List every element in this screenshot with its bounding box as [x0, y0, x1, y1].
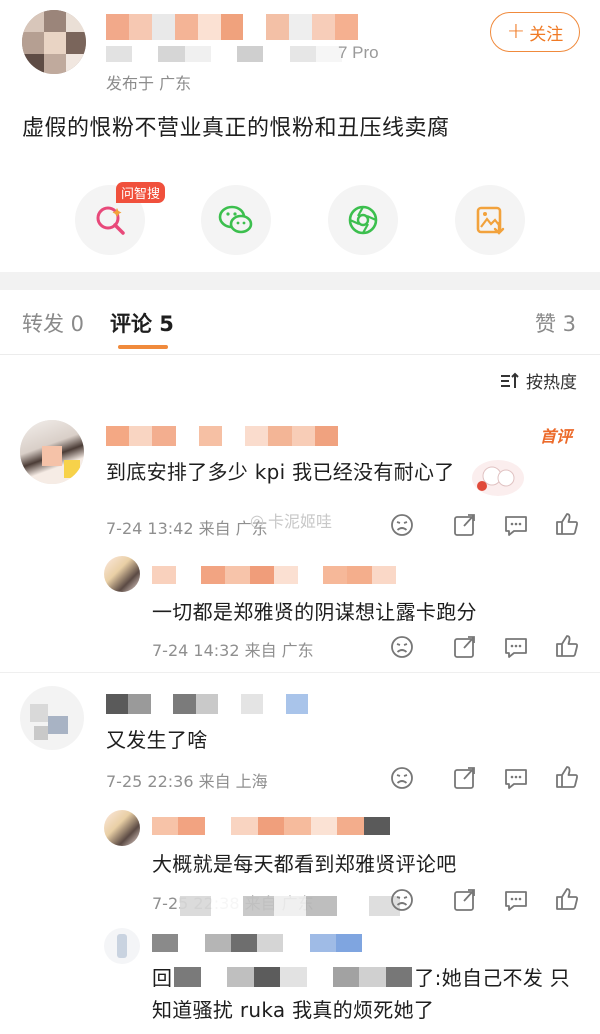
- share-icon[interactable]: [452, 887, 478, 913]
- section-separator: [0, 272, 600, 290]
- watermark: ◎ 卡泥姬哇: [250, 508, 332, 532]
- comment-meta: 7-24 13:42 来自 广东: [106, 519, 268, 538]
- like-icon[interactable]: [554, 511, 580, 537]
- dislike-face-icon[interactable]: [389, 887, 415, 913]
- tab-active-indicator: [118, 345, 168, 349]
- post-device-blurred: [106, 46, 342, 62]
- dislike-face-icon[interactable]: [389, 634, 415, 660]
- mentioned-user-blurred[interactable]: [174, 966, 413, 987]
- reply-meta: 7-24 14:32 来自 广东: [152, 641, 314, 660]
- reply-author-name-blurred[interactable]: [152, 566, 396, 584]
- reply-icon[interactable]: [503, 765, 529, 791]
- reply-icon[interactable]: [503, 512, 529, 538]
- hot-comment-badge: 首评: [540, 427, 573, 446]
- comment-meta: 7-25 22:36 来自 上海: [106, 772, 268, 791]
- moments-icon[interactable]: [328, 185, 398, 255]
- dislike-face-icon[interactable]: [389, 512, 415, 538]
- post-author-avatar[interactable]: [22, 10, 86, 74]
- overlapping-blur: [180, 896, 400, 916]
- weibo-watermark-icon: ◎: [250, 510, 264, 530]
- reply-icon[interactable]: [503, 887, 529, 913]
- save-image-icon[interactable]: [455, 185, 525, 255]
- wechat-icon[interactable]: [201, 185, 271, 255]
- share-icon[interactable]: [452, 634, 478, 660]
- reply-icon[interactable]: [503, 634, 529, 660]
- tab-reposts[interactable]: 转发 0: [22, 308, 84, 338]
- comment-avatar[interactable]: [20, 420, 84, 484]
- watermark-text: 卡泥姬哇: [267, 512, 332, 531]
- sticker-icon: [472, 460, 524, 496]
- post-text: 虚假的恨粉不营业真正的恨粉和丑压线卖腐: [22, 116, 450, 141]
- post-location: 发布于 广东: [106, 74, 192, 93]
- tab-comments[interactable]: 评论 5: [110, 308, 174, 338]
- reply-author-name-blurred[interactable]: [152, 934, 362, 952]
- ask-search-badge: 问智搜: [116, 182, 166, 203]
- reply-text: 大概就是每天都看到郑雅贤评论吧: [152, 852, 457, 876]
- tabs-divider: [0, 354, 600, 355]
- reply-avatar[interactable]: [104, 928, 140, 964]
- reply-avatar[interactable]: [104, 556, 140, 592]
- reply-prefix: 回: [152, 966, 173, 990]
- comment-divider: [0, 672, 600, 673]
- comment-avatar[interactable]: [20, 686, 84, 750]
- tab-likes[interactable]: 赞 3: [535, 308, 576, 338]
- post-author-name-blurred[interactable]: [106, 14, 358, 40]
- like-icon[interactable]: [554, 764, 580, 790]
- reply-author-name-blurred[interactable]: [152, 817, 390, 835]
- like-icon[interactable]: [554, 886, 580, 912]
- share-row: [0, 185, 600, 257]
- reply-text-line1: 回 了:她自己不发 只: [152, 962, 570, 991]
- comment-author-name-blurred[interactable]: [106, 426, 338, 446]
- share-icon[interactable]: [452, 765, 478, 791]
- comment-text: 到底安排了多少 kpi 我已经没有耐心了: [106, 460, 455, 484]
- plus-icon: +: [506, 18, 526, 44]
- post-device: 7 Pro: [338, 43, 379, 62]
- comment-text: 又发生了啥: [106, 728, 208, 752]
- like-icon[interactable]: [554, 633, 580, 659]
- follow-button[interactable]: + 关注: [490, 12, 580, 52]
- reply-text: 一切都是郑雅贤的阴谋想让露卡跑分: [152, 600, 477, 624]
- reply-avatar[interactable]: [104, 810, 140, 846]
- share-icon[interactable]: [452, 512, 478, 538]
- follow-label: 关注: [529, 24, 564, 45]
- reply-suffix: 了:她自己不发 只: [414, 966, 571, 990]
- comment-author-name-blurred[interactable]: [106, 694, 308, 714]
- reply-text-line2: 知道骚扰 ruka 我真的烦死她了: [152, 998, 435, 1022]
- dislike-face-icon[interactable]: [389, 765, 415, 791]
- sort-button[interactable]: 按热度: [500, 368, 577, 393]
- sort-label: 按热度: [526, 373, 577, 393]
- sort-icon: [501, 372, 519, 388]
